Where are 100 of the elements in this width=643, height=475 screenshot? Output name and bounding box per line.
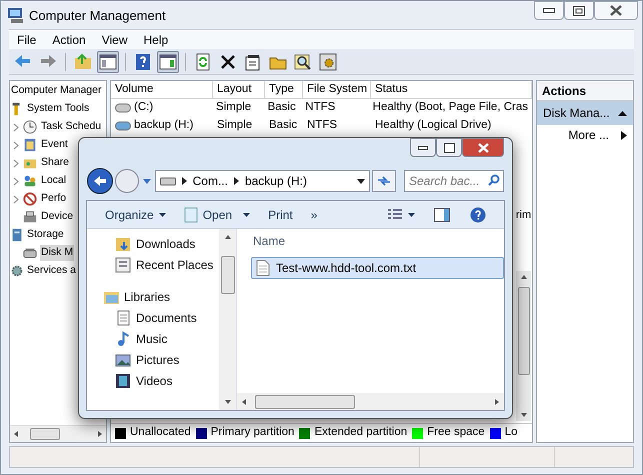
scrollbar-thumb[interactable] — [220, 256, 234, 294]
minimize-button[interactable] — [534, 1, 564, 20]
action-pane-button[interactable] — [157, 50, 179, 72]
search-field[interactable]: Search bac... — [404, 170, 504, 192]
event-log-icon — [23, 138, 37, 152]
scroll-up-icon[interactable] — [520, 273, 528, 281]
dropdown-arrow-icon — [158, 212, 166, 216]
column-header[interactable]: File System — [303, 81, 371, 98]
nav-item[interactable]: Pictures — [136, 350, 180, 368]
action-link[interactable]: More ... — [568, 126, 609, 144]
chevron-icon — [234, 177, 239, 185]
tree-item[interactable]: Services a — [26, 263, 78, 279]
scrollbar-thumb[interactable] — [255, 394, 355, 408]
actions-section-header[interactable]: Disk Mana... — [537, 101, 633, 125]
computer-icon — [7, 6, 25, 24]
command-button[interactable]: Organize — [101, 204, 170, 226]
console-tree-icon — [98, 52, 118, 72]
actions-title: Actions — [537, 81, 633, 101]
settings-button[interactable] — [317, 50, 339, 72]
tree-item[interactable]: Perfo — [40, 191, 68, 207]
table-cell-text: backup (H:) — [134, 118, 194, 134]
vertical-scrollbar[interactable] — [516, 271, 531, 421]
nav-item[interactable]: Documents — [136, 308, 197, 326]
column-header[interactable]: Status — [371, 81, 532, 98]
breadcrumb-item[interactable]: Com... — [192, 172, 228, 190]
search-icon — [488, 174, 500, 186]
file-row[interactable]: Test-www.hdd-tool.com.txt — [251, 257, 504, 279]
scrollbar-thumb[interactable] — [518, 287, 530, 375]
action-pane-icon — [158, 52, 178, 72]
column-header[interactable]: Name — [237, 229, 504, 253]
close-button[interactable] — [594, 1, 638, 20]
tree-item[interactable]: Storage — [26, 227, 65, 243]
nav-item[interactable]: Libraries — [124, 288, 170, 306]
back-button[interactable] — [87, 168, 113, 194]
clock-icon — [23, 120, 37, 134]
tree-item[interactable]: Computer Manager — [10, 83, 102, 99]
tree-item[interactable]: Task Schedu — [40, 119, 102, 135]
legend-label: Free space — [427, 425, 485, 440]
chevron-icon — [182, 177, 187, 185]
scroll-down-icon[interactable] — [520, 411, 528, 419]
command-button[interactable]: » — [306, 204, 322, 226]
scroll-right-icon[interactable] — [96, 430, 104, 438]
window-title: Computer Management — [29, 7, 166, 25]
table-cell-text: Simple — [215, 100, 252, 116]
dropdown-arrow-icon — [408, 212, 415, 216]
nav-item[interactable]: Videos — [136, 372, 172, 390]
submenu-arrow-icon — [621, 130, 627, 140]
nav-item[interactable]: Recent Places — [136, 256, 214, 274]
legend-label: Extended partition — [314, 425, 408, 440]
address-bar[interactable]: Com... backup (H:) — [154, 170, 370, 192]
horizontal-scrollbar[interactable] — [10, 425, 106, 442]
menu-item[interactable]: Help — [144, 30, 168, 48]
menu-item[interactable]: View — [102, 30, 128, 48]
scroll-up-icon[interactable] — [224, 234, 232, 240]
dropdown-arrow-icon — [243, 212, 250, 216]
tree-item[interactable]: Local — [40, 173, 68, 189]
maximize-icon — [444, 142, 454, 152]
console-tree-button[interactable] — [97, 50, 119, 72]
menu-item[interactable]: Action — [52, 30, 86, 48]
text-fragment: rim — [516, 208, 532, 223]
music-note-icon — [115, 330, 131, 346]
recent-places-icon — [115, 256, 131, 272]
scrollbar-thumb[interactable] — [30, 428, 60, 440]
tree-item[interactable]: Device — [40, 209, 74, 225]
maximize-button[interactable] — [564, 1, 594, 20]
horizontal-scrollbar[interactable] — [237, 393, 504, 410]
command-button[interactable]: Open — [180, 204, 254, 226]
table-cell-text: NTFS — [304, 100, 336, 116]
nav-item[interactable]: Downloads — [136, 234, 196, 252]
scroll-right-icon[interactable] — [494, 398, 500, 406]
tree-item[interactable]: Share — [40, 155, 70, 171]
table-cell-text: Basic — [266, 100, 297, 116]
scroll-left-icon[interactable] — [12, 430, 20, 438]
column-header[interactable]: Volume — [111, 81, 213, 98]
maximize-button[interactable] — [436, 138, 462, 157]
refresh-button[interactable] — [372, 170, 396, 192]
breadcrumb-item[interactable]: backup (H:) — [244, 172, 307, 190]
drive-icon — [160, 176, 176, 186]
command-button[interactable]: Print — [264, 204, 297, 226]
tree-item[interactable]: System Tools — [26, 101, 90, 117]
magnifier-icon — [293, 52, 313, 72]
dropdown-arrow-icon[interactable] — [357, 178, 366, 184]
minimize-button[interactable] — [410, 138, 436, 157]
menu-item[interactable]: File — [17, 30, 36, 48]
legend-label: Lo — [504, 425, 518, 440]
vertical-scrollbar[interactable] — [219, 229, 236, 410]
users-icon — [23, 174, 37, 188]
column-header[interactable]: Layout — [213, 81, 265, 98]
nav-item[interactable]: Music — [136, 330, 168, 348]
tree-item[interactable]: Event — [40, 137, 69, 153]
storage-icon — [10, 228, 24, 242]
scroll-down-icon[interactable] — [224, 399, 232, 405]
column-header[interactable]: Type — [265, 81, 303, 98]
drive-icon — [115, 121, 131, 131]
device-icon — [23, 210, 37, 224]
tree-item[interactable]: Disk M — [40, 245, 74, 261]
scroll-left-icon[interactable] — [241, 398, 247, 406]
legend-label: Unallocated — [130, 425, 191, 440]
close-button[interactable] — [462, 138, 504, 157]
help-icon — [470, 206, 486, 222]
